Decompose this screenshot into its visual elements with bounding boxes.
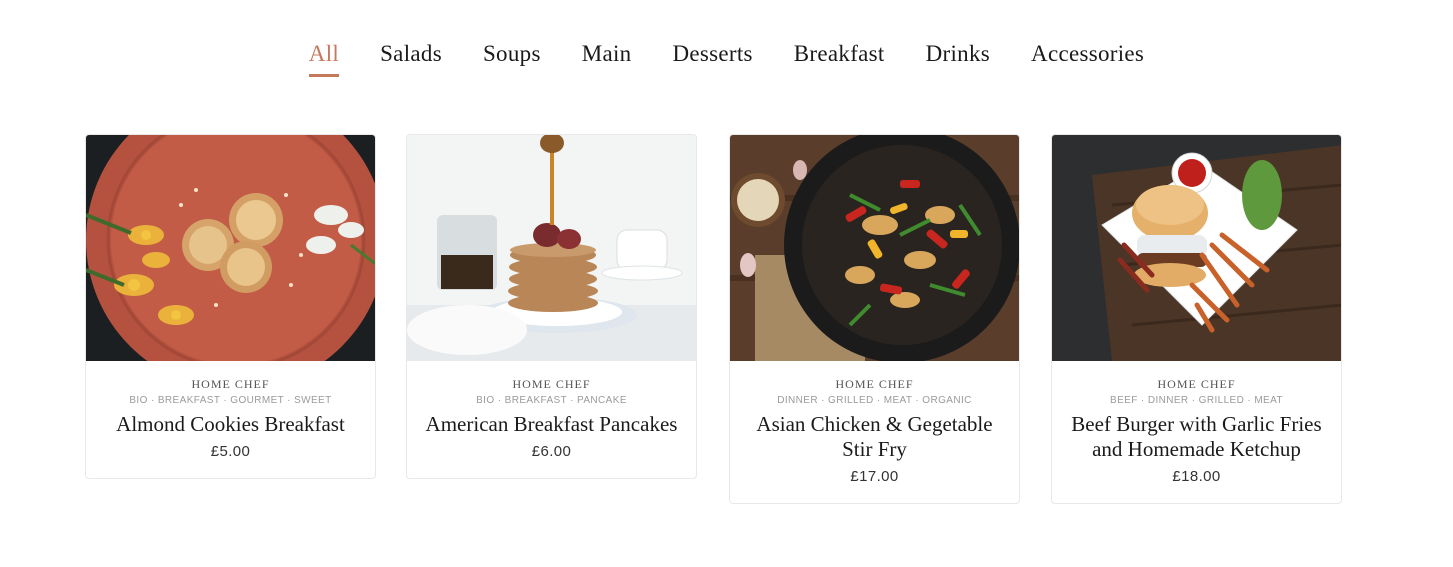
pancakes-image bbox=[407, 135, 696, 361]
product-tags: BEEF · DINNER · GRILLED · MEAT bbox=[1110, 395, 1283, 406]
tab-breakfast[interactable]: Breakfast bbox=[794, 42, 885, 77]
product-vendor: HOME CHEF bbox=[512, 377, 591, 391]
product-vendor: HOME CHEF bbox=[835, 377, 914, 391]
product-image-asian-chicken[interactable] bbox=[730, 135, 1019, 361]
category-tabs: All Salads Soups Main Desserts Breakfast… bbox=[0, 42, 1453, 77]
product-card[interactable]: HOME CHEF BIO · BREAKFAST · GOURMET · SW… bbox=[85, 134, 376, 479]
product-price: £17.00 bbox=[850, 468, 899, 485]
product-title[interactable]: American Breakfast Pancakes bbox=[417, 412, 686, 437]
product-title[interactable]: Beef Burger with Garlic Fries and Homema… bbox=[1062, 412, 1331, 462]
product-price: £5.00 bbox=[210, 443, 251, 460]
product-image-beef-burger[interactable] bbox=[1052, 135, 1341, 361]
product-tags: BIO · BREAKFAST · PANCAKE bbox=[476, 395, 627, 406]
product-tags: DINNER · GRILLED · MEAT · ORGANIC bbox=[777, 395, 972, 406]
product-title[interactable]: Asian Chicken & Gegetable Stir Fry bbox=[740, 412, 1009, 462]
tab-salads[interactable]: Salads bbox=[380, 42, 442, 77]
tab-soups[interactable]: Soups bbox=[483, 42, 541, 77]
tab-drinks[interactable]: Drinks bbox=[926, 42, 990, 77]
product-card[interactable]: HOME CHEF BEEF · DINNER · GRILLED · MEAT… bbox=[1051, 134, 1342, 504]
product-vendor: HOME CHEF bbox=[1157, 377, 1236, 391]
tab-main[interactable]: Main bbox=[582, 42, 632, 77]
product-price: £6.00 bbox=[531, 443, 572, 460]
product-image-almond-cookies[interactable] bbox=[86, 135, 375, 361]
product-card[interactable]: HOME CHEF BIO · BREAKFAST · PANCAKE Amer… bbox=[406, 134, 697, 479]
stir-fry-image bbox=[730, 135, 1019, 361]
product-price: £18.00 bbox=[1172, 468, 1221, 485]
tab-desserts[interactable]: Desserts bbox=[672, 42, 752, 77]
product-title[interactable]: Almond Cookies Breakfast bbox=[96, 412, 365, 437]
almond-cookies-image bbox=[86, 135, 375, 361]
product-vendor: HOME CHEF bbox=[191, 377, 270, 391]
tab-all[interactable]: All bbox=[308, 42, 340, 77]
tab-accessories[interactable]: Accessories bbox=[1031, 42, 1144, 77]
burger-image bbox=[1052, 135, 1341, 361]
product-tags: BIO · BREAKFAST · GOURMET · SWEET bbox=[129, 395, 332, 406]
product-card[interactable]: HOME CHEF DINNER · GRILLED · MEAT · ORGA… bbox=[729, 134, 1020, 504]
product-image-american-pancakes[interactable] bbox=[407, 135, 696, 361]
